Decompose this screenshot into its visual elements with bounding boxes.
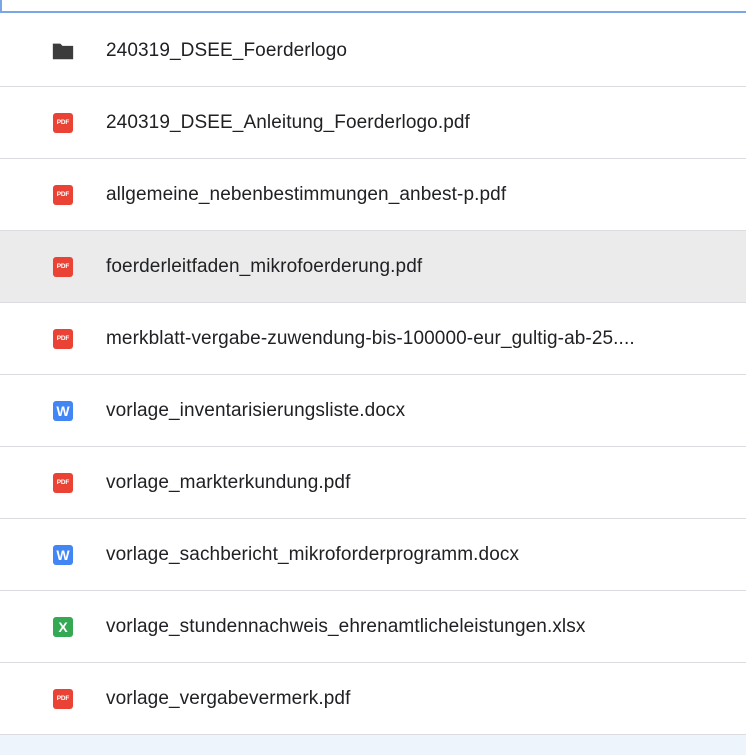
file-name: 240319_DSEE_Anleitung_Foerderlogo.pdf xyxy=(106,111,470,133)
pdf-badge: PDF xyxy=(53,112,73,133)
file-row[interactable]: PDF 240319_DSEE_Anleitung_Foerderlogo.pd… xyxy=(0,87,746,159)
pdf-icon: PDF xyxy=(51,183,75,207)
pdf-icon: PDF xyxy=(51,327,75,351)
file-row[interactable]: W vorlage_sachbericht_mikroforderprogram… xyxy=(0,519,746,591)
file-row-hovered[interactable]: PDF foerderleitfaden_mikrofoerderung.pdf xyxy=(0,231,746,303)
file-name: vorlage_sachbericht_mikroforderprogramm.… xyxy=(106,543,520,565)
selected-row-edge[interactable] xyxy=(0,0,746,13)
file-list: 240319_DSEE_Foerderlogo PDF 240319_DSEE_… xyxy=(0,15,746,735)
word-badge: W xyxy=(53,544,73,565)
pdf-badge: PDF xyxy=(53,688,73,709)
file-name: 240319_DSEE_Foerderlogo xyxy=(106,39,348,61)
file-name: allgemeine_nebenbestimmungen_anbest-p.pd… xyxy=(106,183,507,205)
word-doc-icon: W xyxy=(51,543,75,567)
file-name: vorlage_vergabevermerk.pdf xyxy=(106,687,351,709)
file-row[interactable]: PDF allgemeine_nebenbestimmungen_anbest-… xyxy=(0,159,746,231)
word-badge: W xyxy=(53,400,73,421)
pdf-icon: PDF xyxy=(51,111,75,135)
file-name: foerderleitfaden_mikrofoerderung.pdf xyxy=(106,255,423,277)
file-list-view: 240319_DSEE_Foerderlogo PDF 240319_DSEE_… xyxy=(0,0,746,755)
file-row[interactable]: PDF vorlage_markterkundung.pdf xyxy=(0,447,746,519)
folder-icon xyxy=(51,39,75,63)
file-row[interactable]: PDF merkblatt-vergabe-zuwendung-bis-1000… xyxy=(0,303,746,375)
excel-sheet-icon: X xyxy=(51,615,75,639)
file-row[interactable]: 240319_DSEE_Foerderlogo xyxy=(0,15,746,87)
pdf-badge: PDF xyxy=(53,184,73,205)
excel-badge: X xyxy=(53,616,73,637)
pdf-badge: PDF xyxy=(53,256,73,277)
word-doc-icon: W xyxy=(51,399,75,423)
pdf-icon: PDF xyxy=(51,255,75,279)
pdf-icon: PDF xyxy=(51,687,75,711)
file-name: merkblatt-vergabe-zuwendung-bis-100000-e… xyxy=(106,327,635,349)
file-name: vorlage_inventarisierungsliste.docx xyxy=(106,399,406,421)
file-name: vorlage_markterkundung.pdf xyxy=(106,471,351,493)
pdf-icon: PDF xyxy=(51,471,75,495)
pdf-badge: PDF xyxy=(53,472,73,493)
file-row[interactable]: PDF vorlage_vergabevermerk.pdf xyxy=(0,663,746,735)
file-row[interactable]: W vorlage_inventarisierungsliste.docx xyxy=(0,375,746,447)
next-row-partial[interactable] xyxy=(0,735,746,755)
file-row[interactable]: X vorlage_stundennachweis_ehrenamtlichel… xyxy=(0,591,746,663)
file-name: vorlage_stundennachweis_ehrenamtlichelei… xyxy=(106,615,586,637)
pdf-badge: PDF xyxy=(53,328,73,349)
